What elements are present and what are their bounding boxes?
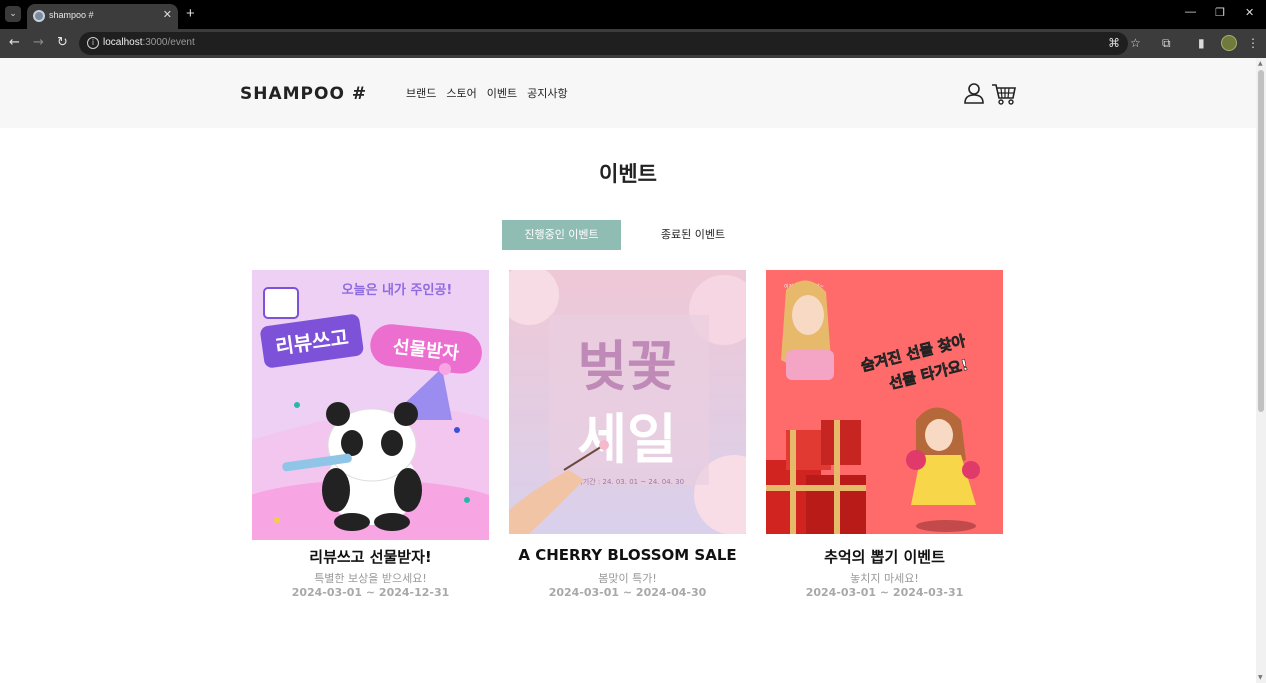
profile-avatar[interactable] bbox=[1221, 35, 1237, 51]
scroll-down-arrow-icon[interactable]: ▼ bbox=[1258, 674, 1263, 681]
event-subtitle: 특별한 보상을 받으세요! bbox=[314, 572, 427, 585]
banner-line2: 세일 bbox=[577, 408, 676, 471]
extensions-puzzle-icon[interactable]: ⧉ bbox=[1162, 36, 1171, 51]
event-period: 2024-03-01 ~ 2024-12-31 bbox=[291, 586, 450, 599]
scroll-thumb[interactable] bbox=[1258, 70, 1264, 412]
close-window-button[interactable]: ✕ bbox=[1245, 6, 1254, 19]
tab-search-button[interactable]: ⌄ bbox=[5, 6, 21, 22]
site-info-icon[interactable]: i bbox=[87, 37, 99, 49]
tab-close-icon[interactable]: ✕ bbox=[163, 8, 172, 21]
event-subtitle: 봄맞이 특가! bbox=[598, 572, 657, 585]
side-panel-icon[interactable]: ▮ bbox=[1198, 36, 1205, 50]
event-title[interactable]: 추억의 뽑기 이벤트 bbox=[766, 546, 1003, 567]
banner-small-text: 행사기간 : 24. 03. 01 ~ 24. 04. 30 bbox=[570, 477, 684, 486]
nav-link-brand[interactable]: 브랜드 bbox=[406, 85, 436, 101]
tab-ongoing-events[interactable]: 진행중인 이벤트 bbox=[502, 220, 621, 250]
address-bar[interactable]: i localhost:3000/event bbox=[79, 32, 1128, 55]
browser-menu-icon[interactable]: ⋮ bbox=[1247, 36, 1259, 50]
reload-icon[interactable]: ↻ bbox=[57, 35, 68, 50]
site-logo[interactable]: SHAMPOO # bbox=[240, 84, 367, 104]
nav-link-store[interactable]: 스토어 bbox=[446, 85, 476, 101]
site-header: SHAMPOO # 브랜드 스토어 이벤트 공지사항 bbox=[0, 58, 1256, 128]
restore-button[interactable]: ❐ bbox=[1215, 6, 1225, 19]
note-icon bbox=[263, 287, 299, 319]
page-viewport: SHAMPOO # 브랜드 스토어 이벤트 공지사항 이벤트 진행중인 이벤트 … bbox=[0, 58, 1256, 683]
forward-arrow-icon[interactable]: → bbox=[33, 35, 44, 50]
translate-icon[interactable]: ⌘ bbox=[1108, 36, 1120, 50]
page-scrollbar[interactable]: ▲ ▼ bbox=[1256, 58, 1266, 683]
nav-link-notice[interactable]: 공지사항 bbox=[527, 85, 567, 101]
back-arrow-icon[interactable]: ← bbox=[9, 35, 20, 50]
main-navigation: 브랜드 스토어 이벤트 공지사항 bbox=[406, 85, 568, 101]
user-icon[interactable] bbox=[963, 82, 985, 104]
panda-icon bbox=[322, 402, 422, 531]
banner-caption: 오늘은 내가 주인공! bbox=[342, 282, 453, 298]
bookmark-star-icon[interactable]: ☆ bbox=[1130, 36, 1141, 50]
event-period: 2024-03-01 ~ 2024-04-30 bbox=[548, 586, 707, 599]
nav-link-event[interactable]: 이벤트 bbox=[487, 85, 517, 101]
browser-toolbar: ← → ↻ i localhost:3000/event ⌘ ☆ ⧉ ▮ ⋮ bbox=[0, 29, 1266, 58]
event-banner-gacha[interactable]: 이건! 득템각이야~ 숨겨진 선물 찾아 선물 타가요! bbox=[766, 270, 1003, 534]
page-title: 이벤트 bbox=[599, 162, 657, 186]
event-filter-tabs: 진행중인 이벤트 종료된 이벤트 bbox=[502, 220, 748, 250]
browser-tab-strip: ⌄ shampoo # ✕ + — ❐ ✕ bbox=[0, 0, 1266, 29]
event-banner-review[interactable]: 오늘은 내가 주인공! 리뷰쓰고 선물받자 bbox=[252, 270, 489, 540]
browser-tab-active[interactable]: shampoo # ✕ bbox=[27, 4, 178, 29]
event-title[interactable]: A CHERRY BLOSSOM SALE bbox=[509, 546, 746, 564]
event-banner-cherry[interactable]: 벚꽃 세일 행사기간 : 24. 03. 01 ~ 24. 04. 30 bbox=[509, 270, 746, 534]
new-tab-button[interactable]: + bbox=[186, 5, 195, 22]
tab-ended-events[interactable]: 종료된 이벤트 bbox=[638, 220, 748, 250]
tab-title: shampoo # bbox=[49, 10, 94, 20]
scroll-up-arrow-icon[interactable]: ▲ bbox=[1258, 60, 1263, 67]
event-title[interactable]: 리뷰쓰고 선물받자! bbox=[252, 546, 489, 567]
favicon-icon bbox=[33, 10, 45, 22]
event-period: 2024-03-01 ~ 2024-03-31 bbox=[805, 586, 964, 599]
minimize-button[interactable]: — bbox=[1185, 6, 1196, 18]
event-subtitle: 놓치지 마세요! bbox=[850, 572, 919, 585]
url-text: localhost:3000/event bbox=[103, 37, 195, 48]
banner-line1: 벚꽃 bbox=[577, 335, 676, 398]
cart-icon[interactable] bbox=[991, 82, 1017, 106]
character-left bbox=[781, 280, 834, 380]
